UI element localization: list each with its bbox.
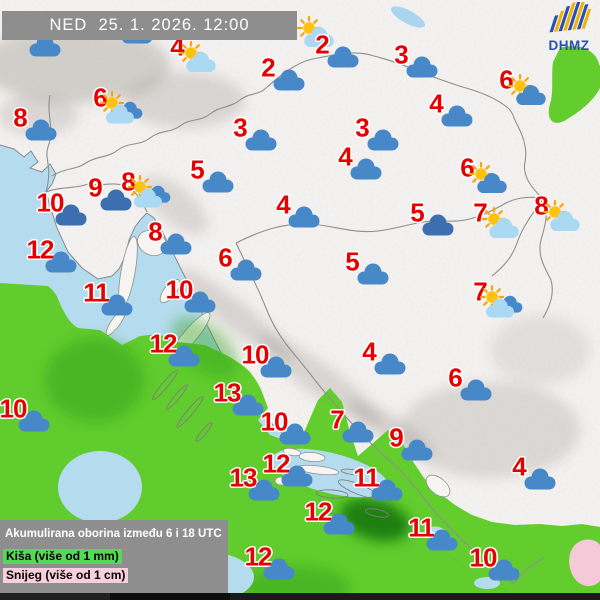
precipitation-legend: Akumulirana oborina između 6 i 18 UTC Ki… (0, 520, 228, 593)
legend-title: Akumulirana oborina između 6 i 18 UTC (5, 528, 228, 540)
dhmz-logo-icon (541, 2, 597, 35)
date-label: NED 25. 1. 2026. 12:00 (49, 16, 249, 35)
header-date-bar: NED 25. 1. 2026. 12:00 (2, 11, 297, 40)
dhmz-logo-text: DHMZ (541, 38, 597, 53)
croatia-precipitation-map (0, 0, 600, 600)
dhmz-logo: DHMZ (541, 2, 597, 48)
legend-snow-label: Snijeg (više od 1 cm) (3, 568, 128, 583)
bottom-black-bar (0, 593, 600, 600)
legend-rain-label: Kiša (više od 1 mm) (3, 549, 122, 564)
weather-map-screen: 4 2 3 6 2 6 8 3 3 4 4 6 5 9 (0, 0, 600, 600)
